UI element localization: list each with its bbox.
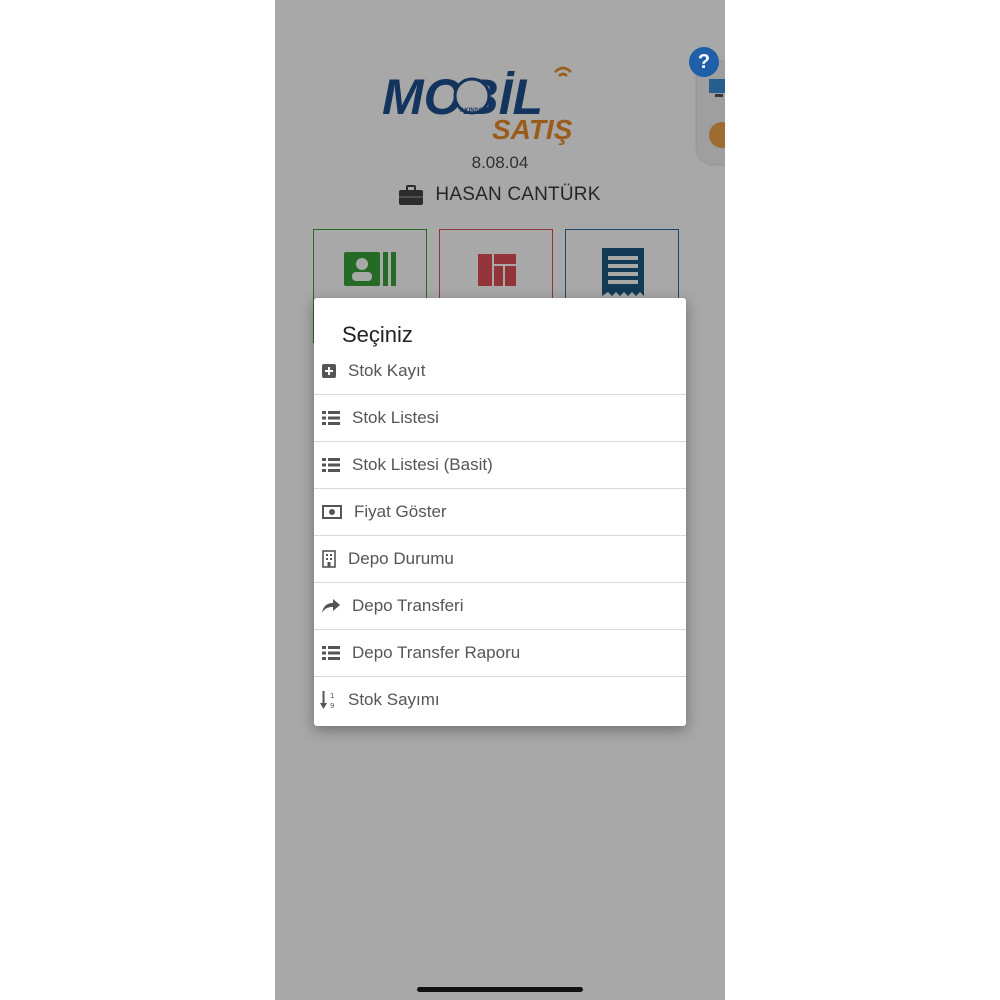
menu-item-label: Depo Durumu [348, 549, 454, 568]
list-icon [314, 646, 348, 660]
menu-item-label: Stok Listesi [352, 408, 439, 427]
menu-item-label: Stok Listesi (Basit) [352, 455, 493, 474]
svg-text:9: 9 [330, 702, 334, 710]
building-icon [314, 550, 344, 568]
plus-square-icon [314, 364, 344, 378]
select-dialog: Seçiniz Stok Kayıt Stok Listesi Stok Lis… [314, 298, 686, 726]
home-indicator[interactable] [417, 987, 583, 992]
menu-item-stok-listesi-basit[interactable]: Stok Listesi (Basit) [314, 442, 686, 489]
help-button[interactable]: ? [689, 47, 719, 77]
app-screen: MOBİL SATIŞ AKINSOFT 8.08.04 HASAN CANTÜ… [275, 0, 725, 1000]
menu-item-label: Stok Sayımı [348, 690, 440, 709]
menu-item-depo-transferi[interactable]: Depo Transferi [314, 583, 686, 630]
sort-numeric-icon: 19 [314, 690, 344, 710]
menu-item-stok-listesi[interactable]: Stok Listesi [314, 395, 686, 442]
list-icon [314, 458, 348, 472]
menu-item-label: Stok Kayıt [348, 361, 426, 380]
share-arrow-icon [314, 599, 348, 613]
menu-item-stok-kayit[interactable]: Stok Kayıt [314, 348, 686, 395]
dialog-title: Seçiniz [342, 322, 413, 347]
menu-item-label: Fiyat Göster [354, 502, 447, 521]
list-icon [314, 411, 348, 425]
menu-item-stok-sayimi[interactable]: 19 Stok Sayımı [314, 677, 686, 723]
menu-item-depo-transfer-raporu[interactable]: Depo Transfer Raporu [314, 630, 686, 677]
menu-item-fiyat-goster[interactable]: Fiyat Göster [314, 489, 686, 536]
menu-item-depo-durumu[interactable]: Depo Durumu [314, 536, 686, 583]
money-icon [314, 505, 350, 519]
svg-text:1: 1 [330, 692, 334, 700]
menu-item-label: Depo Transferi [352, 596, 464, 615]
menu-item-label: Depo Transfer Raporu [352, 643, 521, 662]
dialog-menu: Stok Kayıt Stok Listesi Stok Listesi (Ba… [314, 348, 686, 723]
